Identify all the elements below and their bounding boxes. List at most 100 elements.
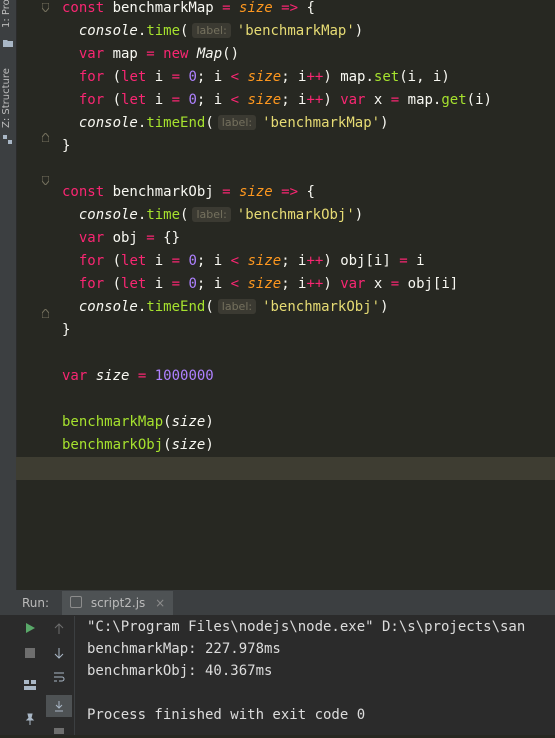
parameter-hint: label: [217,115,257,130]
soft-wrap-icon[interactable] [49,671,69,686]
run-tab-script2[interactable]: script2.js × [62,591,174,615]
structure-icon [3,130,13,149]
fold-close-icon[interactable] [42,309,49,318]
code-line[interactable]: } [62,135,70,158]
run-tab-label: script2.js [90,596,146,610]
code-token: size [247,276,282,292]
current-line[interactable] [16,457,555,480]
code-token: 1000000 [154,368,214,384]
code-token: obj[i] [407,276,459,292]
run-toolbar-primary [16,616,44,735]
pin-icon[interactable] [20,713,40,728]
code-token: console [78,23,138,39]
code-token: ) [354,23,364,39]
code-token: size [247,69,282,85]
code-token: 0 [188,69,197,85]
code-line[interactable]: var obj = {} [62,227,180,250]
scroll-to-end-icon[interactable] [46,695,72,717]
close-icon[interactable]: × [155,596,165,610]
code-token: i [154,276,172,292]
code-token: } [62,138,71,154]
code-line[interactable]: for (let i = 0; i < size; i++) map.set(i… [62,66,450,89]
code-token: ( [112,253,122,269]
code-token: ( [180,23,189,39]
code-token: < [230,276,248,292]
console-output-line: benchmarkMap: 227.978ms [87,641,281,657]
code-token: 'benchmarkMap' [262,115,381,131]
code-line[interactable]: console.timeEnd(label:'benchmarkObj') [62,296,389,319]
code-token: console [78,115,138,131]
console-output-line: Process finished with exit code 0 [87,707,366,723]
code-token: time [146,207,181,223]
code-line[interactable]: console.time(label:'benchmarkObj') [62,204,363,227]
node-icon [70,596,82,608]
code-line[interactable]: for (let i = 0; i < size; i++) obj[i] = … [62,250,425,273]
code-token: < [230,69,248,85]
code-line[interactable]: for (let i = 0; i < size; i++) var x = m… [62,89,492,112]
code-token: < [230,92,248,108]
code-token: = [171,69,189,85]
fold-close-icon[interactable] [42,133,49,142]
code-token: map. [407,92,442,108]
code-token: { [306,0,315,16]
rerun-icon[interactable] [20,622,40,637]
code-token: 'benchmarkObj' [262,299,381,315]
code-token: x [373,276,391,292]
code-token: = [390,92,408,108]
code-token: for [78,69,113,85]
code-token: ) [205,414,214,430]
code-editor[interactable]: const benchmarkMap = size => { console.t… [16,0,555,590]
code-token: var [78,46,113,62]
layout-icon[interactable] [20,679,40,694]
code-line[interactable]: console.timeEnd(label:'benchmarkMap') [62,112,389,135]
code-token: var [62,368,96,384]
code-token: ) obj[i] [323,253,400,269]
code-token: { [306,184,315,200]
code-token: 'benchmarkObj' [236,207,355,223]
print-icon[interactable] [49,724,69,738]
code-token: x [373,92,391,108]
code-token: ; i [196,276,231,292]
code-token: size [239,0,282,16]
code-line[interactable]: const benchmarkMap = size => { [62,0,315,20]
code-token: const [62,184,113,200]
code-token: ++ [306,276,324,292]
code-line[interactable]: const benchmarkObj = size => { [62,181,315,204]
parameter-hint: label: [192,207,231,222]
code-token: ++ [306,92,324,108]
down-arrow-icon[interactable] [49,647,69,662]
run-toolbar-secondary [44,616,75,735]
code-token: (i) [466,92,492,108]
code-token: let [121,92,155,108]
code-token: < [230,253,248,269]
code-line[interactable]: var size = 1000000 [62,365,214,388]
code-line[interactable]: benchmarkObj(size) [62,434,214,457]
code-line[interactable]: for (let i = 0; i < size; i++) var x = o… [62,273,458,296]
code-line[interactable]: benchmarkMap(size) [62,411,214,434]
run-label: Run: [22,596,50,610]
code-token: = [222,184,240,200]
code-token: ) [380,299,389,315]
code-token: = [137,368,155,384]
console-output-line: benchmarkObj: 40.367ms [87,663,273,679]
code-token: ) [380,115,389,131]
code-line[interactable]: console.time(label:'benchmarkMap') [62,20,363,43]
code-token: let [121,276,155,292]
up-arrow-icon[interactable] [49,623,69,638]
code-token: = [146,230,164,246]
folder-icon [3,32,13,51]
stop-icon[interactable] [20,647,40,662]
code-line[interactable]: } [62,319,70,342]
fold-open-icon[interactable] [42,3,49,12]
fold-open-icon[interactable] [42,176,49,185]
code-token: ( [163,414,172,430]
code-token: = [171,276,189,292]
code-line[interactable]: var map = new Map() [62,43,239,66]
project-tool-tab[interactable]: 1: Pro [1,0,15,28]
code-token: => [281,184,307,200]
code-token: size [239,184,282,200]
code-token: ) [354,207,364,223]
structure-tool-tab[interactable]: Z: Structure [1,64,15,128]
code-token: var [340,92,374,108]
code-token: => [281,0,307,16]
